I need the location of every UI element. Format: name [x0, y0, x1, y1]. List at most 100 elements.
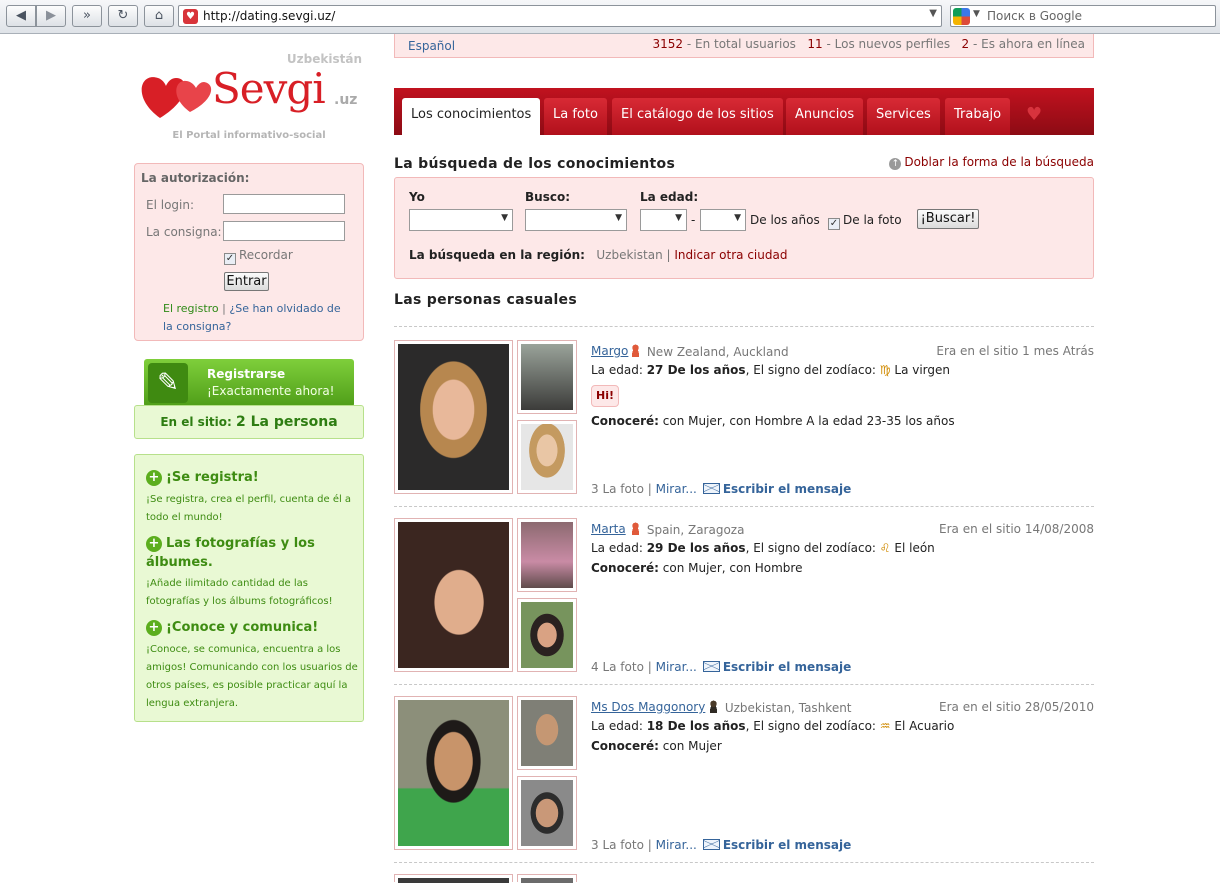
envelope-icon: [702, 483, 720, 494]
envelope-icon: [702, 839, 720, 850]
auth-links: El registro | ¿Se han olvidado de la con…: [163, 300, 353, 336]
double-search-form-link[interactable]: ↑ Doblar la forma de la búsqueda: [889, 155, 1094, 170]
stats-bar: Español 3152 - En total usuarios 11 - Lo…: [394, 34, 1094, 58]
person-card: Ms Dos Maggonory Uzbekistan, Tashkent Er…: [394, 696, 1094, 858]
logo-name: Sevgi: [212, 64, 326, 113]
photo-checkbox[interactable]: ✓ De la foto: [828, 213, 902, 230]
features-panel: + ¡Se registra! ¡Se registra, crea el per…: [134, 454, 364, 722]
register-link[interactable]: El registro: [163, 302, 219, 315]
view-photos-link[interactable]: Mirar...: [656, 838, 697, 852]
person-looking-for: Conoceré: con Mujer, con Hombre A la eda…: [591, 414, 955, 428]
say-hi-button[interactable]: Hi!: [591, 385, 619, 407]
back-button[interactable]: ◀: [6, 5, 36, 27]
main-photo[interactable]: [394, 696, 513, 850]
reload-button[interactable]: ↻: [108, 5, 138, 27]
region-label: La búsqueda en la región:: [409, 248, 585, 262]
link-separator: |: [222, 302, 226, 315]
thumbnail-photo[interactable]: [517, 598, 577, 672]
double-arrow-icon: »: [83, 8, 91, 23]
arrow-up-icon: ↑: [889, 158, 902, 170]
new-profiles-link[interactable]: 11: [807, 37, 822, 51]
dropdown-arrow-icon[interactable]: ▼: [929, 8, 937, 19]
browser-toolbar: ◀ ▶ » ↻ ⌂ ♥ http://dating.sevgi.uz/ ▼ ▼ …: [0, 0, 1220, 34]
tab-services[interactable]: Services: [867, 98, 940, 135]
password-label: La consigna:: [146, 225, 222, 239]
view-photos-link[interactable]: Mirar...: [656, 482, 697, 496]
person-name-link[interactable]: Ms Dos Maggonory: [591, 700, 705, 714]
write-message-link[interactable]: Escribir el mensaje: [723, 660, 851, 674]
yo-select[interactable]: ▼: [409, 209, 513, 231]
person-name-link[interactable]: Margo: [591, 344, 628, 358]
thumbnail-photo[interactable]: [517, 776, 577, 850]
site-stats: 3152 - En total usuarios 11 - Los nuevos…: [652, 37, 1085, 51]
other-city-link[interactable]: Indicar otra ciudad: [674, 248, 787, 262]
checkbox-checked-icon: ✓: [828, 218, 840, 230]
main-nav: Los conocimientos La foto El catálogo de…: [394, 88, 1094, 135]
busco-select[interactable]: ▼: [525, 209, 627, 231]
thumbnail-photo[interactable]: [517, 696, 577, 770]
feature-photos-text: ¡Añade ilimitado cantidad de las fotogra…: [146, 578, 333, 607]
zodiac-icon: ♒: [879, 719, 891, 733]
main-photo[interactable]: [394, 518, 513, 672]
enter-button[interactable]: Entrar: [224, 272, 269, 291]
login-title: La autorización:: [141, 171, 250, 185]
person-name-link[interactable]: Marta: [591, 522, 626, 536]
heart-favicon-icon: ♥: [183, 9, 198, 24]
login-label: El login:: [146, 198, 195, 212]
history-button[interactable]: »: [72, 5, 102, 27]
login-input[interactable]: [223, 194, 345, 214]
person-location: Spain, Zaragoza: [646, 523, 745, 537]
search-region: La búsqueda en la región: Uzbekistan | I…: [409, 248, 787, 262]
divider: [394, 326, 1094, 327]
total-users-link[interactable]: 3152: [652, 37, 683, 51]
person-last-seen: Era en el sitio 1 mes Atrás: [936, 344, 1094, 358]
tab-trabajo[interactable]: Trabajo: [945, 98, 1011, 135]
person-last-seen: Era en el sitio 14/08/2008: [939, 522, 1094, 536]
login-panel: La autorización: El login: La consigna: …: [134, 163, 364, 341]
remember-checkbox[interactable]: ✓ Recordar: [224, 248, 293, 265]
thumbnail-photo[interactable]: [517, 340, 577, 414]
age-from-select[interactable]: ▼: [640, 209, 687, 231]
person-actions: 3 La foto | Mirar... Escribir el mensaje: [591, 482, 852, 496]
female-icon: [630, 344, 641, 357]
online-users-link[interactable]: 2 La persona: [236, 414, 338, 430]
register-banner-title: Registrarse: [207, 367, 286, 381]
write-message-link[interactable]: Escribir el mensaje: [723, 838, 851, 852]
engine-dropdown-icon[interactable]: ▼: [973, 9, 980, 19]
person-looking-for: Conoceré: con Mujer, con Hombre: [591, 561, 803, 575]
google-icon[interactable]: [953, 8, 970, 25]
person-looking-for: Conoceré: con Mujer: [591, 739, 722, 753]
view-photos-link[interactable]: Mirar...: [656, 660, 697, 674]
register-banner-button[interactable]: ✎ Registrarse ¡Exactamente ahora!: [144, 359, 354, 407]
search-button[interactable]: ¡Buscar!: [917, 209, 979, 229]
feature-register-text: ¡Se registra, crea el perfil, cuenta de …: [146, 494, 352, 523]
language-link[interactable]: Español: [408, 39, 455, 53]
hearts-logo-icon: [141, 77, 212, 118]
site-logo[interactable]: Uzbekistán Sevgi .uz El Portal informati…: [136, 50, 366, 146]
age-dash: -: [691, 213, 696, 227]
plus-icon: +: [146, 470, 162, 486]
online-label: En el sitio:: [160, 415, 232, 429]
password-input[interactable]: [223, 221, 345, 241]
person-location: Uzbekistan, Tashkent: [724, 701, 852, 715]
tab-catalogo[interactable]: El catálogo de los sitios: [612, 98, 783, 135]
tab-la-foto[interactable]: La foto: [544, 98, 607, 135]
busco-label: Busco:: [525, 190, 570, 204]
tab-los-conocimientos[interactable]: Los conocimientos: [402, 98, 541, 135]
web-search-box[interactable]: ▼ Поиск в Google: [950, 5, 1216, 27]
forward-button[interactable]: ▶: [36, 5, 66, 27]
person-age-zodiac: La edad: 29 De los años, El signo del zo…: [591, 541, 935, 555]
online-counter: En el sitio: 2 La persona: [134, 405, 364, 439]
plus-icon: +: [146, 536, 162, 552]
chevron-down-icon: ▼: [615, 213, 622, 223]
home-button[interactable]: ⌂: [144, 5, 174, 27]
address-bar[interactable]: ♥ http://dating.sevgi.uz/ ▼: [178, 5, 942, 27]
age-to-select[interactable]: ▼: [700, 209, 746, 231]
write-message-link[interactable]: Escribir el mensaje: [723, 482, 851, 496]
thumbnail-photo[interactable]: [517, 420, 577, 494]
tab-anuncios[interactable]: Anuncios: [786, 98, 864, 135]
thumbnail-photo[interactable]: [517, 518, 577, 592]
plus-icon: +: [146, 620, 162, 636]
main-photo[interactable]: [394, 340, 513, 494]
person-card: Margo New Zealand, Auckland Era en el si…: [394, 340, 1094, 502]
